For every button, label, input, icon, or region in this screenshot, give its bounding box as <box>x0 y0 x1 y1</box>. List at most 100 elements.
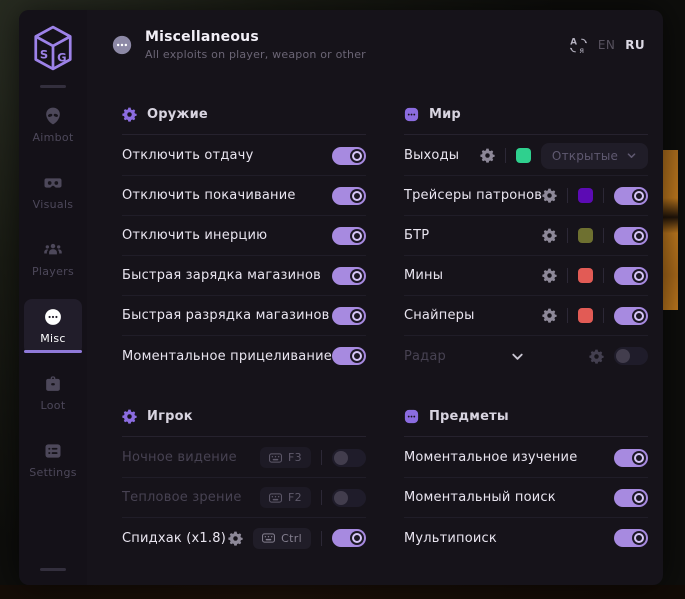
toggle-switch[interactable] <box>614 227 648 245</box>
toggle-switch[interactable] <box>614 449 648 467</box>
color-swatch[interactable] <box>578 188 593 203</box>
sidebar-item-players[interactable]: Players <box>24 232 82 286</box>
row-label: Ночное видение <box>122 450 237 465</box>
gear-icon[interactable] <box>542 308 557 323</box>
toggle-knob <box>334 491 348 505</box>
toggle-knob <box>350 349 364 363</box>
row-controls <box>614 529 648 547</box>
row-controls <box>542 227 648 245</box>
section-divider <box>122 134 366 135</box>
toggle-switch[interactable] <box>332 307 366 325</box>
row-label: Радар <box>404 349 446 364</box>
keybind-button[interactable]: Ctrl <box>253 528 311 549</box>
alien-icon <box>43 106 63 126</box>
toggle-switch[interactable] <box>614 489 648 507</box>
game-background-bottom <box>0 585 685 599</box>
toggle-switch[interactable] <box>332 147 366 165</box>
gear-icon[interactable] <box>228 531 243 546</box>
section-items: ПредметыМоментальное изучениеМоментальны… <box>404 406 648 558</box>
toggle-knob <box>350 309 364 323</box>
gear-icon[interactable] <box>589 349 604 364</box>
row-label: Спидхак (x1.8) <box>122 531 226 546</box>
toggle-knob <box>616 349 630 363</box>
toggle-switch[interactable] <box>614 529 648 547</box>
ellipsis-circle-icon <box>111 34 133 56</box>
toggle-switch[interactable] <box>614 187 648 205</box>
row-controls <box>589 347 648 365</box>
row-controls <box>332 267 366 285</box>
toggle-switch[interactable] <box>614 267 648 285</box>
toggle-knob <box>350 531 364 545</box>
svg-text:S: S <box>40 47 48 61</box>
dropdown-select[interactable]: Открытые <box>541 143 648 169</box>
sg-cube-logo: S G <box>31 25 75 71</box>
toggle-switch[interactable] <box>332 227 366 245</box>
svg-text:я: я <box>579 46 584 55</box>
row-label: Моментальное прицеливание <box>122 349 332 364</box>
section-divider <box>122 436 366 437</box>
sidebar-item-misc[interactable]: Misc <box>24 299 82 353</box>
color-swatch[interactable] <box>578 308 593 323</box>
sidebar-item-visuals[interactable]: Visuals <box>24 165 82 219</box>
section-header: Мир <box>404 104 648 124</box>
content-grid: ОружиеОтключить отдачуОтключить покачива… <box>87 56 663 585</box>
section-header: Предметы <box>404 406 648 426</box>
control-divider <box>567 308 568 323</box>
main-area: Miscellaneous All exploits on player, we… <box>87 10 663 585</box>
toggle-switch[interactable] <box>332 489 366 507</box>
row-controls <box>332 347 366 365</box>
sidebar-item-loot[interactable]: Loot <box>24 366 82 420</box>
sidebar-item-settings[interactable]: Settings <box>24 433 82 487</box>
row-world-3: Мины <box>404 256 648 296</box>
row-controls <box>332 147 366 165</box>
row-label: Мины <box>404 268 443 283</box>
toggle-switch[interactable] <box>614 307 648 325</box>
sidebar-item-label: Visuals <box>33 198 74 211</box>
sidebar-divider-dash <box>40 85 66 88</box>
row-items-2: Мультипоиск <box>404 518 648 558</box>
toggle-switch[interactable] <box>332 449 366 467</box>
control-divider <box>321 531 322 546</box>
keybind-button[interactable]: F2 <box>260 487 311 508</box>
color-swatch[interactable] <box>516 148 531 163</box>
control-divider <box>505 148 506 163</box>
players-icon <box>43 240 63 260</box>
toggle-switch[interactable] <box>614 347 648 365</box>
section-divider <box>404 436 648 437</box>
section-world: МирВыходыОткрытыеТрейсеры патроновБТРМин… <box>404 104 648 376</box>
lang-option-en[interactable]: EN <box>598 38 615 52</box>
row-weapon-0: Отключить отдачу <box>122 136 366 176</box>
toggle-switch[interactable] <box>332 347 366 365</box>
row-label: БТР <box>404 228 429 243</box>
row-label: Отключить покачивание <box>122 188 296 203</box>
gear-icon <box>122 409 137 424</box>
svg-text:G: G <box>57 51 66 65</box>
toggle-switch[interactable] <box>332 267 366 285</box>
world-icon <box>404 107 419 122</box>
color-swatch[interactable] <box>578 228 593 243</box>
row-world-5: Радар <box>404 336 648 376</box>
keybind-button[interactable]: F3 <box>260 447 311 468</box>
keyboard-icon <box>269 493 282 503</box>
toggle-switch[interactable] <box>332 529 366 547</box>
toggle-switch[interactable] <box>332 187 366 205</box>
row-controls <box>332 307 366 325</box>
row-controls <box>542 187 648 205</box>
gear-icon[interactable] <box>542 268 557 283</box>
row-label: Быстрая зарядка магазинов <box>122 268 321 283</box>
game-background-orange <box>662 150 678 310</box>
chevron-down-icon <box>626 150 637 161</box>
row-weapon-1: Отключить покачивание <box>122 176 366 216</box>
row-label: Трейсеры патронов <box>404 188 542 203</box>
sidebar-item-aimbot[interactable]: Aimbot <box>24 98 82 152</box>
sidebar-item-label: Loot <box>41 399 66 412</box>
keybind-label: F2 <box>288 491 302 504</box>
gear-icon[interactable] <box>542 188 557 203</box>
gear-icon[interactable] <box>480 148 495 163</box>
row-controls: Открытые <box>480 143 648 169</box>
svg-text:A: A <box>570 37 577 47</box>
chevron-down-icon[interactable] <box>510 349 525 364</box>
lang-option-ru[interactable]: RU <box>625 38 645 52</box>
color-swatch[interactable] <box>578 268 593 283</box>
gear-icon[interactable] <box>542 228 557 243</box>
